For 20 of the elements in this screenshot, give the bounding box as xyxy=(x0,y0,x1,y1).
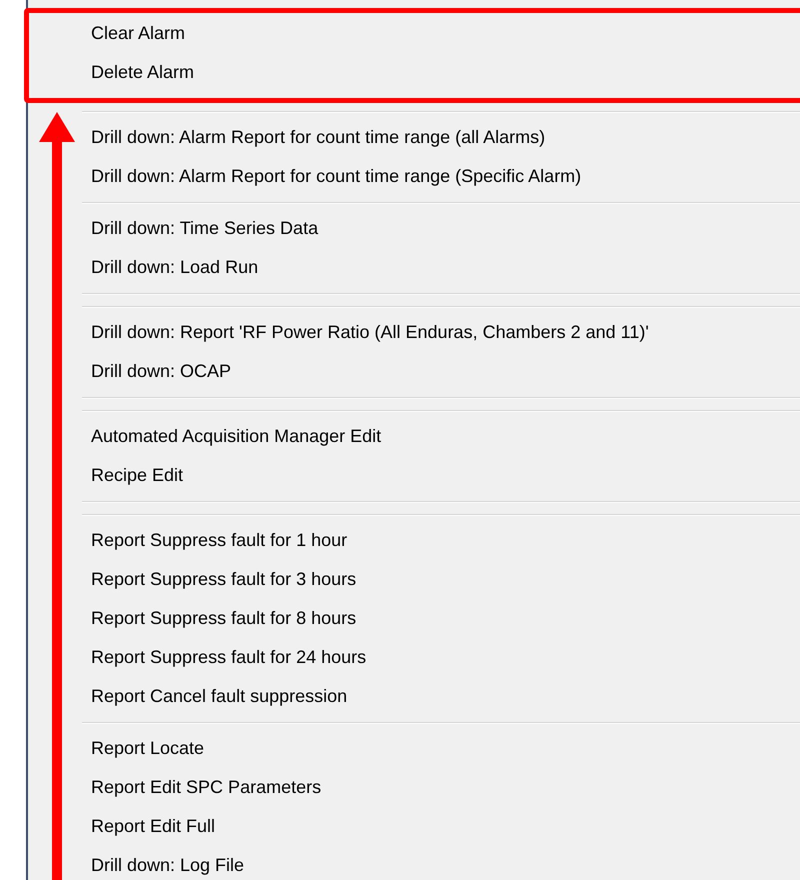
menu-item[interactable]: Report Suppress fault for 3 hours xyxy=(91,560,792,599)
menu-item[interactable]: Report Edit SPC Parameters xyxy=(91,768,792,807)
up-arrow-icon xyxy=(39,112,75,880)
menu-item[interactable]: Drill down: Load Run xyxy=(91,248,792,287)
menu-item[interactable]: Drill down: Alarm Report for count time range (all Alarms) xyxy=(91,118,792,157)
menu-item[interactable]: Drill down: Alarm Report for count time range (Specific Alarm) xyxy=(91,157,792,196)
menu-item[interactable]: Recipe Edit xyxy=(91,456,792,495)
menu-item[interactable]: Report Edit Full xyxy=(91,807,792,846)
menu-item[interactable]: Delete Alarm xyxy=(91,53,792,92)
menu-item[interactable]: Drill down: Log File xyxy=(91,846,792,880)
menu-item[interactable]: Clear Alarm xyxy=(91,14,792,53)
menu-item[interactable]: Report Suppress fault for 1 hour xyxy=(91,521,792,560)
menu-item[interactable]: Drill down: OCAP xyxy=(91,352,792,391)
menu-item[interactable]: Drill down: Time Series Data xyxy=(91,209,792,248)
menu-item[interactable]: Report Suppress fault for 24 hours xyxy=(91,638,792,677)
menu-item[interactable]: Report Locate xyxy=(91,729,792,768)
menu-item[interactable]: Automated Acquisition Manager Edit xyxy=(91,417,792,456)
menu-item[interactable]: Drill down: Report 'RF Power Ratio (All Enduras, Chambers 2 and 11)' xyxy=(91,313,792,352)
menu-item[interactable]: Report Cancel fault suppression xyxy=(91,677,792,716)
menu-item[interactable]: Report Suppress fault for 8 hours xyxy=(91,599,792,638)
